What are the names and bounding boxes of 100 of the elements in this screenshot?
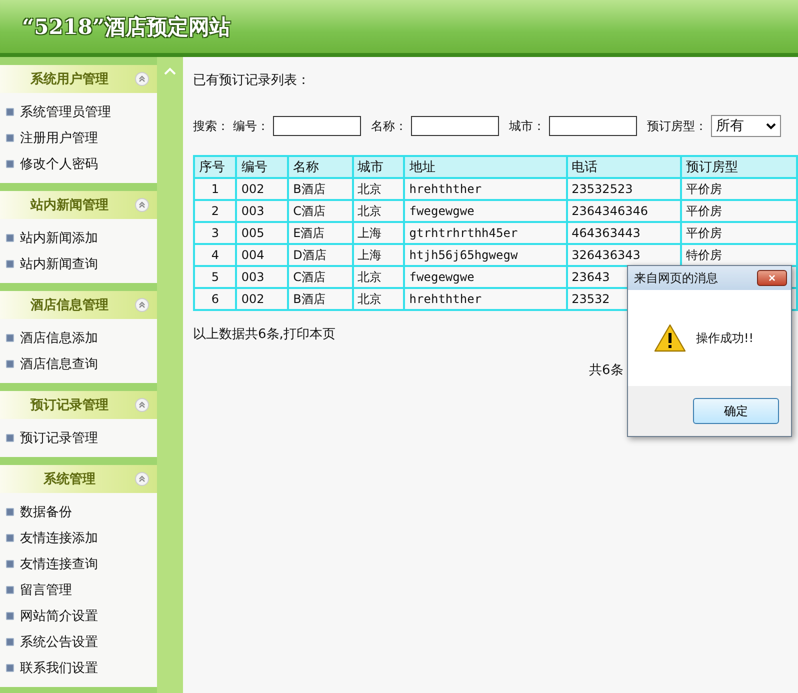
- sidebar-link[interactable]: 数据备份: [6, 499, 157, 525]
- table-cell: 004: [236, 244, 288, 266]
- sidebar-panel-title: 系统用户管理: [30, 70, 108, 88]
- bullet-icon: [6, 360, 14, 368]
- table-cell: fwegewgwe: [404, 266, 567, 288]
- table-cell: hrehthther: [404, 288, 567, 310]
- bullet-icon: [6, 534, 14, 542]
- collapse-icon[interactable]: [135, 472, 149, 486]
- sidebar-panel-title: 系统管理: [44, 470, 96, 488]
- sidebar-link[interactable]: 网站简介设置: [6, 603, 157, 629]
- search-field[interactable]: [411, 116, 499, 136]
- table-cell: 005: [236, 222, 288, 244]
- sidebar-link[interactable]: 站内新闻添加: [6, 225, 157, 251]
- table-cell: 4: [194, 244, 236, 266]
- field-label: 名称：: [371, 118, 407, 134]
- bullet-icon: [6, 260, 14, 268]
- table-cell: E酒店: [288, 222, 352, 244]
- table-cell: 北京: [352, 200, 404, 222]
- table-cell: htjh56j65hgwegw: [404, 244, 567, 266]
- collapse-icon[interactable]: [135, 72, 149, 86]
- table-cell: 5: [194, 266, 236, 288]
- column-header: 名称: [288, 156, 352, 178]
- sidebar-link[interactable]: 预订记录管理: [6, 425, 157, 451]
- table-cell: 464363443: [566, 222, 682, 244]
- table-cell: C酒店: [288, 200, 352, 222]
- table-cell: 003: [236, 200, 288, 222]
- column-header: 编号: [236, 156, 288, 178]
- table-cell: C酒店: [288, 266, 352, 288]
- collapse-icon[interactable]: [135, 298, 149, 312]
- table-cell: 003: [236, 266, 288, 288]
- summary-text: 以上数据共6条,打印本页: [193, 326, 336, 343]
- sidebar-link[interactable]: 系统公告设置: [6, 629, 157, 655]
- sidebar-link[interactable]: 站内新闻查询: [6, 251, 157, 277]
- table-cell: 平价房: [681, 178, 797, 200]
- table-cell: 002: [236, 178, 288, 200]
- sidebar-link[interactable]: 友情连接查询: [6, 551, 157, 577]
- warning-icon: [654, 324, 686, 352]
- table-cell: D酒店: [288, 244, 352, 266]
- table-cell: 326436343: [566, 244, 682, 266]
- table-cell: 平价房: [681, 222, 797, 244]
- table-cell: fwegewgwe: [404, 200, 567, 222]
- collapse-icon[interactable]: [135, 398, 149, 412]
- bullet-icon: [6, 434, 14, 442]
- table-cell: 特价房: [681, 244, 797, 266]
- sidebar-panel-title: 预订记录管理: [30, 397, 108, 414]
- table-cell: 3: [194, 222, 236, 244]
- bullet-icon: [6, 638, 14, 646]
- collapse-icon[interactable]: [135, 198, 149, 212]
- sidebar-link[interactable]: 注册用户管理: [6, 125, 157, 151]
- sidebar-link[interactable]: 友情连接添加: [6, 525, 157, 551]
- room-type-select[interactable]: 所有: [711, 115, 781, 137]
- search-field[interactable]: [549, 116, 637, 136]
- sidebar-link[interactable]: 酒店信息查询: [6, 351, 157, 377]
- search-label: 搜索：: [193, 118, 229, 134]
- bullet-icon: [6, 612, 14, 620]
- table-cell: hrehthther: [404, 178, 567, 200]
- sidebar-link[interactable]: 联系我们设置: [6, 655, 157, 681]
- column-header: 预订房型: [681, 156, 797, 178]
- table-cell: 2364346346: [566, 200, 682, 222]
- bullet-icon: [6, 508, 14, 516]
- pager-text: 共6条: [589, 362, 624, 379]
- table-cell: B酒店: [288, 178, 352, 200]
- sidebar-panel-title: 站内新闻管理: [30, 196, 108, 214]
- sidebar-link[interactable]: 留言管理: [6, 577, 157, 603]
- dropdown-caret-icon: [766, 122, 776, 130]
- column-header: 城市: [352, 156, 404, 178]
- table-cell: 23532523: [566, 178, 682, 200]
- table-cell: B酒店: [288, 288, 352, 310]
- table-cell: 上海: [352, 244, 404, 266]
- field-label: 编号：: [233, 118, 269, 134]
- table-cell: 上海: [352, 222, 404, 244]
- sidebar-link[interactable]: 酒店信息添加: [6, 325, 157, 351]
- table-cell: gtrhtrhrthh45er: [404, 222, 567, 244]
- table-cell: 北京: [352, 288, 404, 310]
- bullet-icon: [6, 134, 14, 142]
- table-cell: 北京: [352, 178, 404, 200]
- sidebar-panel-title: 酒店信息管理: [30, 296, 108, 314]
- table-cell: 6: [194, 288, 236, 310]
- table-cell: 平价房: [681, 200, 797, 222]
- bullet-icon: [6, 160, 14, 168]
- bullet-icon: [6, 664, 14, 672]
- table-cell: 2: [194, 200, 236, 222]
- bullet-icon: [6, 234, 14, 242]
- table-cell: 1: [194, 178, 236, 200]
- search-field[interactable]: [273, 116, 361, 136]
- column-header: 序号: [194, 156, 236, 178]
- table-cell: 北京: [352, 266, 404, 288]
- bullet-icon: [6, 560, 14, 568]
- column-header: 电话: [566, 156, 682, 178]
- bullet-icon: [6, 108, 14, 116]
- ok-button[interactable]: 确定: [693, 398, 779, 424]
- list-heading: 已有预订记录列表：: [193, 72, 311, 89]
- dialog-message: 操作成功!!: [696, 330, 754, 346]
- field-label: 预订房型：: [647, 118, 707, 134]
- sidebar-link[interactable]: 系统管理员管理: [6, 99, 157, 125]
- table-cell: 002: [236, 288, 288, 310]
- site-title: “5218”酒店预定网站: [22, 12, 231, 40]
- field-label: 城市：: [509, 118, 545, 134]
- sidebar-link[interactable]: 修改个人密码: [6, 151, 157, 177]
- column-header: 地址: [404, 156, 567, 178]
